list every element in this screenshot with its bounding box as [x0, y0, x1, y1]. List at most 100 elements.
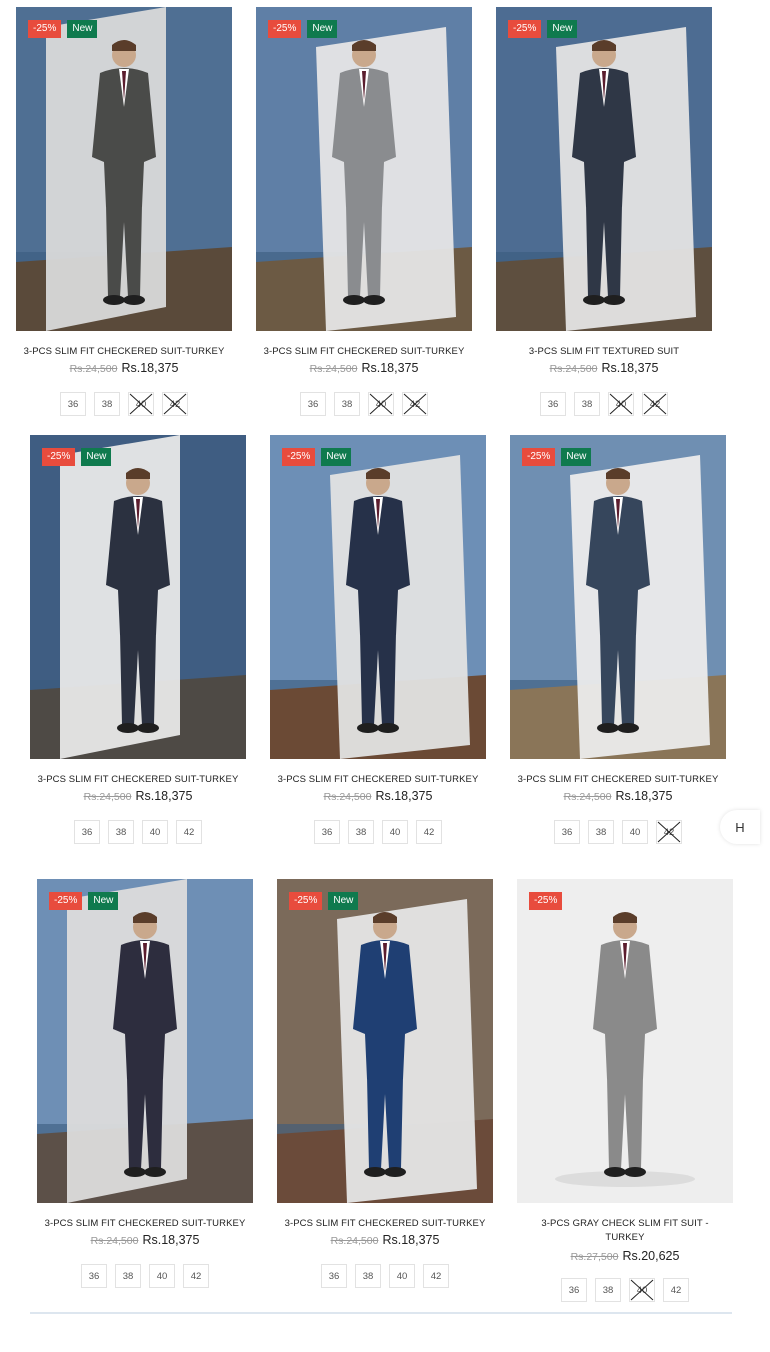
size-option[interactable]: 36	[554, 820, 580, 844]
size-option[interactable]: 36	[81, 1264, 107, 1288]
discount-badge: -25%	[282, 448, 316, 466]
size-label: 40	[396, 1270, 408, 1282]
size-option[interactable]: 40	[142, 820, 168, 844]
product-image[interactable]	[256, 7, 472, 331]
product-title[interactable]: 3-PCS GRAY CHECK SLIM FIT SUIT - TURKEY	[530, 1217, 720, 1245]
product-badges: -25% New	[28, 20, 98, 38]
size-label: 36	[561, 826, 573, 838]
product-price: Rs.24,500 Rs.18,375	[256, 361, 472, 375]
discount-badge: -25%	[268, 20, 302, 38]
size-option[interactable]: 40	[622, 820, 648, 844]
size-option[interactable]: 36	[60, 392, 86, 416]
product-image[interactable]	[510, 435, 726, 759]
discount-badge: -25%	[522, 448, 556, 466]
size-label: 40	[389, 826, 401, 838]
product-badges: -25% New	[522, 448, 592, 466]
size-options: 36 38 40 42	[510, 820, 726, 844]
product-image[interactable]	[30, 435, 246, 759]
size-option[interactable]: 36	[540, 392, 566, 416]
product-image[interactable]	[16, 7, 232, 331]
size-option[interactable]: 40	[382, 820, 408, 844]
size-option[interactable]: 38	[94, 392, 120, 416]
product-badges: -25% New	[42, 448, 112, 466]
product-image[interactable]	[277, 879, 493, 1203]
size-option-sold-out[interactable]: 40	[629, 1278, 655, 1302]
side-chat-tab[interactable]: H	[720, 810, 760, 844]
product-price: Rs.24,500 Rs.18,375	[16, 361, 232, 375]
product-price: Rs.24,500 Rs.18,375	[30, 789, 246, 803]
size-option[interactable]: 38	[334, 392, 360, 416]
sold-out-cross-icon	[643, 393, 667, 415]
product-title[interactable]: 3-PCS SLIM FIT CHECKERED SUIT-TURKEY	[37, 1217, 253, 1231]
size-label: 38	[602, 1284, 614, 1296]
size-label: 38	[115, 826, 127, 838]
size-label: 40	[149, 826, 161, 838]
size-option-sold-out[interactable]: 42	[656, 820, 682, 844]
size-option[interactable]: 42	[176, 820, 202, 844]
size-label: 42	[430, 1270, 442, 1282]
new-badge: New	[547, 20, 578, 38]
product-title[interactable]: 3-PCS SLIM FIT CHECKERED SUIT-TURKEY	[510, 773, 726, 787]
product-title[interactable]: 3-PCS SLIM FIT CHECKERED SUIT-TURKEY	[277, 1217, 493, 1231]
size-option[interactable]: 40	[149, 1264, 175, 1288]
product-image[interactable]	[496, 7, 712, 331]
size-option[interactable]: 36	[314, 820, 340, 844]
product-image[interactable]	[270, 435, 486, 759]
original-price: Rs.24,500	[330, 1235, 379, 1247]
size-options: 36 38 40 42	[16, 392, 232, 416]
product-badges: -25% New	[268, 20, 338, 38]
size-option[interactable]: 38	[595, 1278, 621, 1302]
size-option-sold-out[interactable]: 42	[402, 392, 428, 416]
sale-price: Rs.20,625	[622, 1249, 680, 1263]
size-option[interactable]: 36	[561, 1278, 587, 1302]
sold-out-cross-icon	[129, 393, 153, 415]
size-option-sold-out[interactable]: 40	[368, 392, 394, 416]
original-price: Rs.27,500	[570, 1251, 619, 1263]
size-option[interactable]: 36	[321, 1264, 347, 1288]
size-option[interactable]: 38	[115, 1264, 141, 1288]
product-title[interactable]: 3-PCS SLIM FIT CHECKERED SUIT-TURKEY	[16, 345, 232, 359]
size-option[interactable]: 36	[300, 392, 326, 416]
size-option-sold-out[interactable]: 42	[642, 392, 668, 416]
size-option[interactable]: 42	[423, 1264, 449, 1288]
product-image[interactable]	[517, 879, 733, 1203]
size-label: 38	[362, 1270, 374, 1282]
sold-out-cross-icon	[609, 393, 633, 415]
discount-badge: -25%	[529, 892, 563, 910]
size-option[interactable]: 38	[355, 1264, 381, 1288]
size-option[interactable]: 42	[183, 1264, 209, 1288]
product-title[interactable]: 3-PCS SLIM FIT TEXTURED SUIT	[496, 345, 712, 359]
sold-out-cross-icon	[163, 393, 187, 415]
sale-price: Rs.18,375	[142, 1233, 200, 1247]
size-label: 36	[307, 398, 319, 410]
size-option-sold-out[interactable]: 40	[128, 392, 154, 416]
size-option[interactable]: 38	[108, 820, 134, 844]
size-label: 36	[568, 1284, 580, 1296]
sale-price: Rs.18,375	[382, 1233, 440, 1247]
sold-out-cross-icon	[403, 393, 427, 415]
size-option-sold-out[interactable]: 40	[608, 392, 634, 416]
size-label: 36	[328, 1270, 340, 1282]
size-option[interactable]: 36	[74, 820, 100, 844]
original-price: Rs.24,500	[323, 791, 372, 803]
size-label: 36	[88, 1270, 100, 1282]
original-price: Rs.24,500	[83, 791, 132, 803]
size-options: 36 38 40 42	[277, 1264, 493, 1288]
size-option[interactable]: 40	[389, 1264, 415, 1288]
product-title[interactable]: 3-PCS SLIM FIT CHECKERED SUIT-TURKEY	[270, 773, 486, 787]
original-price: Rs.24,500	[90, 1235, 139, 1247]
discount-badge: -25%	[28, 20, 62, 38]
product-image[interactable]	[37, 879, 253, 1203]
size-option[interactable]: 38	[348, 820, 374, 844]
product-title[interactable]: 3-PCS SLIM FIT CHECKERED SUIT-TURKEY	[256, 345, 472, 359]
size-option[interactable]: 38	[588, 820, 614, 844]
new-badge: New	[328, 892, 359, 910]
size-option[interactable]: 42	[416, 820, 442, 844]
size-label: 36	[67, 398, 79, 410]
size-option[interactable]: 42	[663, 1278, 689, 1302]
size-option-sold-out[interactable]: 42	[162, 392, 188, 416]
size-label: 38	[101, 398, 113, 410]
product-title[interactable]: 3-PCS SLIM FIT CHECKERED SUIT-TURKEY	[30, 773, 246, 787]
size-option[interactable]: 38	[574, 392, 600, 416]
size-label: 38	[355, 826, 367, 838]
